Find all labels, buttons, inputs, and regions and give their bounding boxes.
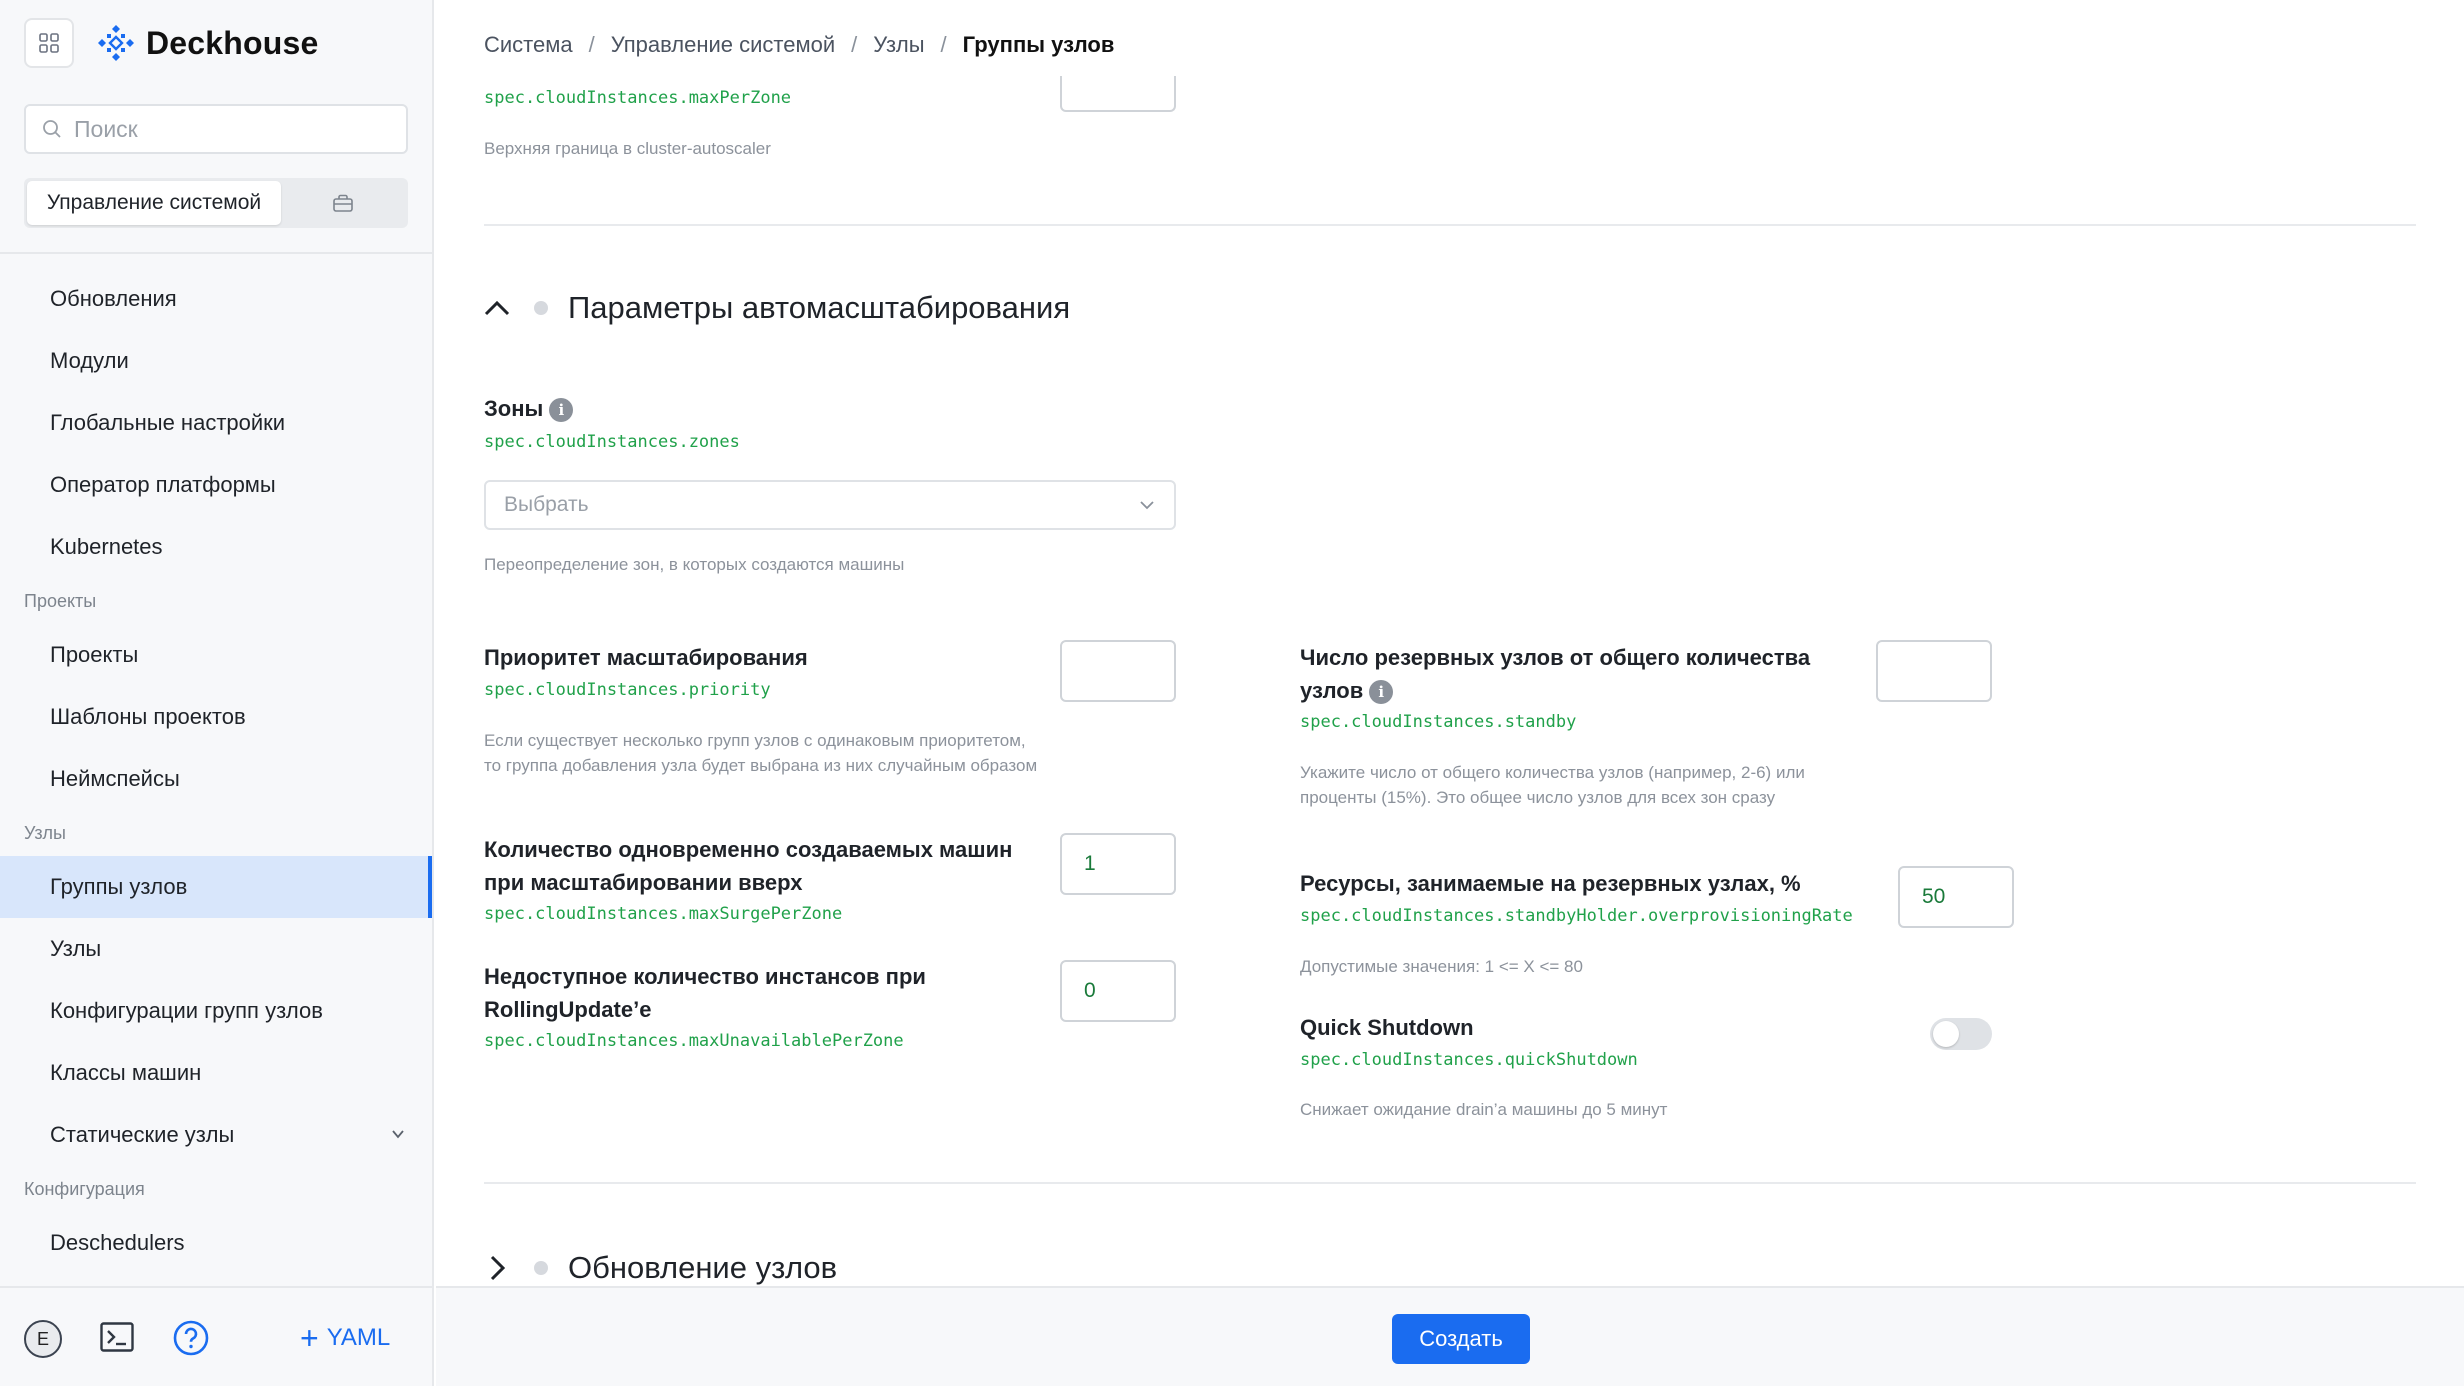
sidebar-item-nodes[interactable]: Узлы: [0, 918, 432, 980]
search-icon: [43, 120, 61, 138]
mode-projects[interactable]: [281, 181, 405, 225]
briefcase-icon: [333, 194, 353, 212]
yaml-label: YAML: [326, 1324, 391, 1351]
sidebar-item-namespaces[interactable]: Неймспейсы: [0, 748, 432, 810]
overprovisioning-hint: Допустимые значения: 1 <= X <= 80: [1300, 957, 1583, 976]
sidebar-item-node-groups[interactable]: Группы узлов: [0, 856, 432, 918]
breadcrumb-separator: /: [588, 32, 595, 57]
chevron-right-icon: [490, 1255, 506, 1281]
breadcrumb-separator: /: [851, 32, 858, 57]
breadcrumb: Система / Управление системой / Узлы / Г…: [484, 32, 1114, 58]
grid-icon: [39, 33, 59, 53]
create-button[interactable]: Создать: [1392, 1314, 1530, 1364]
sidebar: Deckhouse Управление системой Обновления…: [0, 0, 434, 1386]
max-surge-code: spec.cloudInstances.maxSurgePerZone: [484, 904, 843, 924]
status-dot: [534, 1261, 548, 1275]
priority-hint: Если существует несколько групп узлов с …: [484, 731, 1038, 775]
overprovisioning-label: Ресурсы, занимаемые на резервных узлах, …: [1300, 871, 1801, 896]
zones-code: spec.cloudInstances.zones: [484, 432, 740, 452]
breadcrumb-current: Группы узлов: [962, 32, 1115, 57]
sidebar-item-global-settings[interactable]: Глобальные настройки: [0, 392, 432, 454]
sidebar-item-node-group-configurations[interactable]: Конфигурации групп узлов: [0, 980, 432, 1042]
sidebar-section-configuration: Конфигурация: [24, 1178, 145, 1199]
brand-name: Deckhouse: [146, 24, 319, 61]
sidebar-item-project-templates[interactable]: Шаблоны проектов: [0, 686, 432, 748]
sidebar-item-platform-operator[interactable]: Оператор платформы: [0, 454, 432, 516]
sidebar-item-kubernetes[interactable]: Kubernetes: [0, 516, 432, 578]
zones-hint: Переопределение зон, в которых создаются…: [484, 555, 905, 574]
help-icon[interactable]: [172, 1319, 210, 1357]
sidebar-search[interactable]: [24, 104, 408, 154]
status-dot: [534, 301, 548, 315]
sidebar-item-static-nodes-label: Статические узлы: [50, 1122, 235, 1147]
max-per-zone-input[interactable]: [1060, 76, 1176, 112]
quick-shutdown-toggle[interactable]: [1930, 1018, 1992, 1050]
quick-shutdown-code: spec.cloudInstances.quickShutdown: [1300, 1050, 1638, 1070]
sidebar-divider: [0, 252, 432, 254]
chevron-up-icon: [484, 300, 510, 316]
overprovisioning-input[interactable]: 50: [1898, 866, 2014, 928]
max-unavailable-input[interactable]: 0: [1060, 960, 1176, 1022]
sidebar-item-static-nodes[interactable]: Статические узлы: [0, 1104, 432, 1166]
sidebar-topbar: Deckhouse: [24, 18, 319, 68]
sidebar-item-machine-classes[interactable]: Классы машин: [0, 1042, 432, 1104]
max-unavailable-label: Недоступное количество инстансов при Rol…: [484, 964, 926, 1022]
sidebar-section-projects: Проекты: [24, 590, 97, 611]
node-update-section-title: Обновление узлов: [568, 1250, 838, 1285]
autoscale-section-header[interactable]: Параметры автомасштабирования: [484, 290, 1070, 326]
mode-switcher: Управление системой: [24, 178, 408, 228]
search-input[interactable]: [74, 115, 374, 143]
standby-input[interactable]: [1876, 640, 1992, 702]
deckhouse-logo[interactable]: Deckhouse: [96, 23, 319, 63]
section-divider: [484, 224, 2416, 226]
breadcrumb-separator: /: [940, 32, 947, 57]
info-icon[interactable]: i: [549, 398, 574, 423]
toggle-knob: [1933, 1021, 1959, 1047]
zones-label: Зоны: [484, 396, 544, 421]
quick-shutdown-label: Quick Shutdown: [1300, 1015, 1474, 1040]
deckhouse-logo-icon: [98, 25, 134, 61]
sidebar-section-nodes: Узлы: [24, 822, 66, 843]
max-per-zone-code: spec.cloudInstances.maxPerZone: [484, 88, 792, 108]
node-update-section-header[interactable]: Обновление узлов: [484, 1250, 837, 1286]
zones-select-placeholder: Выбрать: [504, 493, 589, 516]
info-icon[interactable]: i: [1369, 680, 1394, 705]
breadcrumb-item-nodes[interactable]: Узлы: [873, 32, 924, 58]
user-avatar[interactable]: E: [24, 1320, 62, 1358]
max-surge-label: Количество одновременно создаваемых маши…: [484, 837, 1013, 895]
form-footer: Создать: [436, 1286, 2464, 1386]
mode-system-management[interactable]: Управление системой: [27, 181, 281, 225]
sidebar-item-deschedulers[interactable]: Deschedulers: [0, 1212, 432, 1274]
sidebar-bottom-bar: E + YAML: [0, 1286, 432, 1386]
priority-input[interactable]: [1060, 640, 1176, 702]
add-yaml-button[interactable]: + YAML: [300, 1318, 390, 1358]
overprovisioning-code: spec.cloudInstances.standbyHolder.overpr…: [1300, 906, 1853, 926]
autoscale-section-title: Параметры автомасштабирования: [568, 290, 1071, 325]
sidebar-nav: Обновления Модули Глобальные настройки О…: [0, 268, 432, 1274]
breadcrumb-item-system-management[interactable]: Управление системой: [611, 32, 835, 58]
max-unavailable-code: spec.cloudInstances.maxUnavailablePerZon…: [484, 1031, 904, 1051]
zones-field-label: Зоны i: [484, 392, 574, 425]
zones-select[interactable]: Выбрать: [484, 480, 1176, 530]
standby-hint: Укажите число от общего количества узлов…: [1300, 763, 1805, 807]
quick-shutdown-hint: Снижает ожидание drain’a машины до 5 мин…: [1300, 1100, 1668, 1119]
priority-code: spec.cloudInstances.priority: [484, 680, 771, 700]
terminal-icon[interactable]: [100, 1322, 134, 1352]
sidebar-item-projects[interactable]: Проекты: [0, 624, 432, 686]
plus-icon: +: [300, 1320, 319, 1356]
breadcrumb-item-system[interactable]: Система: [484, 32, 573, 58]
apps-grid-button[interactable]: [24, 18, 74, 68]
sidebar-item-modules[interactable]: Модули: [0, 330, 432, 392]
chevron-down-icon: [1140, 501, 1154, 510]
section-divider: [484, 1182, 2416, 1184]
sidebar-item-updates[interactable]: Обновления: [0, 268, 432, 330]
max-surge-input[interactable]: 1: [1060, 833, 1176, 895]
max-per-zone-hint: Верхняя граница в cluster-autoscaler: [484, 139, 771, 158]
priority-label: Приоритет масштабирования: [484, 645, 808, 670]
standby-field-label: Число резервных узлов от общего количест…: [1300, 641, 1860, 707]
main-content: Система / Управление системой / Узлы / Г…: [436, 0, 2464, 1286]
chevron-down-icon[interactable]: [390, 1126, 406, 1142]
standby-code: spec.cloudInstances.standby: [1300, 712, 1577, 732]
